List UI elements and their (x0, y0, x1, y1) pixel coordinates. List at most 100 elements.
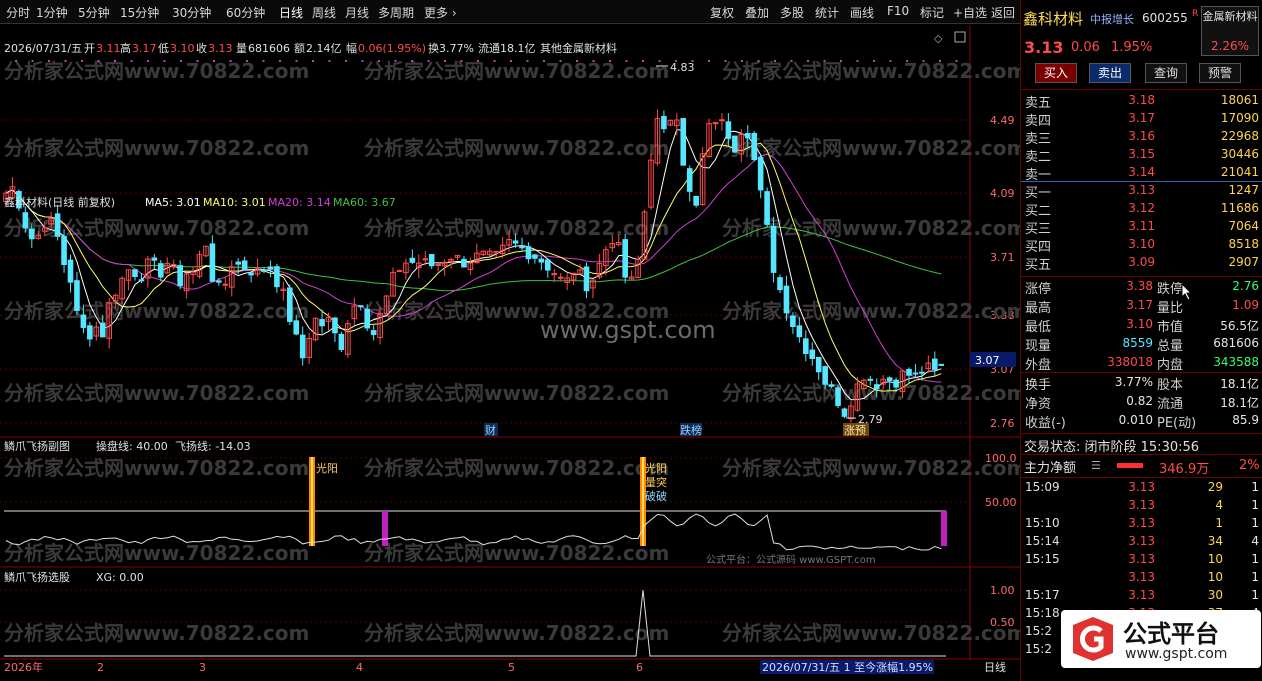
adjust-button[interactable]: 复权 (710, 4, 734, 21)
signal-dot (708, 60, 710, 62)
candle-body (299, 334, 306, 359)
candle-body (557, 276, 564, 279)
ohlc-info-line: 2026/07/31/五 开 3.11 高 3.17 低 3.10 收 3.13… (4, 41, 617, 55)
stat-value: 343588 (1213, 355, 1259, 369)
diamond-icon[interactable]: ◇ (934, 32, 943, 45)
sell-level-volume: 18061 (1220, 93, 1259, 107)
watermark: 分析家公式网www.70822.com (722, 621, 1020, 645)
alert-button[interactable]: 预警 (1199, 63, 1241, 83)
watermark: 分析家公式网www.70822.com (364, 59, 669, 83)
ma5-line (5, 128, 942, 401)
candle-body (80, 314, 87, 328)
multi-stock-button[interactable]: 多股 (780, 4, 804, 21)
high-marker: 4.83 (670, 61, 695, 74)
close-label: 收 (196, 41, 207, 55)
stat-value: 8559 (1122, 336, 1153, 350)
signal-label: 光阳 (645, 461, 667, 475)
tick-time: 15:2 (1025, 624, 1052, 638)
candle-body (22, 212, 29, 229)
sell-level-label: 卖二 (1025, 150, 1052, 165)
sub1-tick: 50.00 (985, 496, 1017, 509)
quote-panel: 鑫科材料 中报增长 600255 R 金属新材料 2.26% 3.13 0.06… (1020, 0, 1262, 681)
maximize-icon[interactable] (954, 31, 966, 43)
signal-dot (31, 60, 34, 62)
r-mark: R (1192, 9, 1199, 19)
x-axis: 2026年 2 3 4 5 6 (4, 660, 643, 674)
candle-body (512, 240, 519, 244)
buy-level-volume: 7064 (1228, 219, 1259, 233)
query-button[interactable]: 查询 (1145, 63, 1187, 83)
stat-value: 1.09 (1232, 298, 1259, 312)
candle-body (551, 273, 558, 276)
sub2-title: 鳞爪飞扬选股 (4, 570, 70, 584)
tab-60min[interactable]: 60分钟 (226, 4, 265, 21)
candle-body (519, 245, 525, 249)
overlay-button[interactable]: 叠加 (745, 4, 769, 21)
chart-area[interactable]: 2026/07/31/五 开 3.11 高 3.17 低 3.10 收 3.13… (0, 25, 1020, 680)
candle-body (435, 263, 441, 266)
back-button[interactable]: 返回 (991, 4, 1015, 21)
industry-box[interactable]: 金属新材料 2.26% (1201, 6, 1259, 56)
candle-body (822, 366, 828, 385)
sell-level-price: 3.17 (1128, 111, 1155, 125)
signal-dot (411, 60, 413, 62)
candle-body (835, 387, 841, 407)
low-label: 低 (158, 42, 169, 55)
list-icon[interactable]: ☰ (1091, 459, 1101, 472)
tab-15min[interactable]: 15分钟 (120, 4, 159, 21)
tab-weekly[interactable]: 周线 (312, 4, 336, 21)
stat-value: 681606 (1213, 336, 1259, 350)
draw-button[interactable]: 画线 (850, 4, 874, 21)
tick-volume: 30 (1207, 588, 1223, 602)
tab-5min[interactable]: 5分钟 (78, 4, 110, 21)
tab-more[interactable]: 更多 › (424, 4, 457, 21)
signal-dot (444, 60, 446, 62)
tab-30min[interactable]: 30分钟 (172, 4, 211, 21)
range-value: 0.06(1.95%) (358, 42, 426, 55)
chart-title: 鑫科材料(日线 前复权) (4, 195, 115, 209)
sell-level-volume: 22968 (1220, 129, 1259, 143)
tab-multi-period[interactable]: 多周期 (378, 4, 414, 21)
f10-button[interactable]: F10 (887, 4, 909, 18)
tick-count: 1 (1251, 516, 1259, 530)
tick-time: 15:18 (1025, 606, 1060, 620)
sub2-tick: 1.00 (990, 584, 1015, 597)
period-toolbar: 分时 1分钟 5分钟 15分钟 30分钟 60分钟 日线 周线 月线 多周期 更… (0, 0, 1020, 24)
trade-status: 交易状态: 闭市阶段 15:30:56 (1024, 440, 1200, 455)
stats-button[interactable]: 统计 (815, 4, 839, 21)
candle-body (151, 257, 158, 261)
logo-box: 公式平台 www.gspt.com (1061, 610, 1261, 668)
stat-label: 收益(-) (1025, 416, 1066, 431)
candle-body (138, 279, 145, 282)
tick-time: 15:10 (1025, 516, 1060, 530)
stat-value: 0.010 (1118, 413, 1153, 427)
last-price: 3.13 (1024, 38, 1064, 57)
tick-volume: 1 (1215, 516, 1223, 530)
candle-body (790, 315, 796, 328)
ma60-label: MA60: 3.67 (333, 196, 396, 209)
candle-body (622, 239, 629, 278)
mark-button[interactable]: 标记 (920, 4, 944, 21)
signal-dot (213, 60, 215, 62)
ma20-line (5, 153, 942, 383)
stat-label: 换手 (1025, 378, 1052, 393)
buy-button[interactable]: 买入 (1035, 63, 1077, 83)
sub2-tick: 0.50 (990, 616, 1015, 629)
stat-label: 股本 (1157, 378, 1184, 393)
tab-timeshare[interactable]: 分时 (6, 4, 30, 21)
signal-dot (790, 60, 793, 62)
stat-value: 338018 (1107, 355, 1153, 369)
tab-monthly[interactable]: 月线 (345, 4, 369, 21)
stat-label: 最高 (1025, 301, 1052, 316)
signal-dot (609, 60, 611, 62)
stat-label: 净资 (1025, 397, 1052, 412)
xaxis-label: 4 (356, 661, 363, 674)
sell-button[interactable]: 卖出 (1089, 63, 1131, 83)
sell-level-volume: 17090 (1220, 111, 1259, 125)
tab-daily[interactable]: 日线 (279, 4, 303, 21)
candle-body (74, 280, 80, 312)
buy-level-label: 买五 (1025, 258, 1052, 273)
add-watchlist-button[interactable]: +自选 (953, 4, 987, 21)
tab-1min[interactable]: 1分钟 (36, 4, 68, 21)
candle-body (686, 168, 693, 192)
